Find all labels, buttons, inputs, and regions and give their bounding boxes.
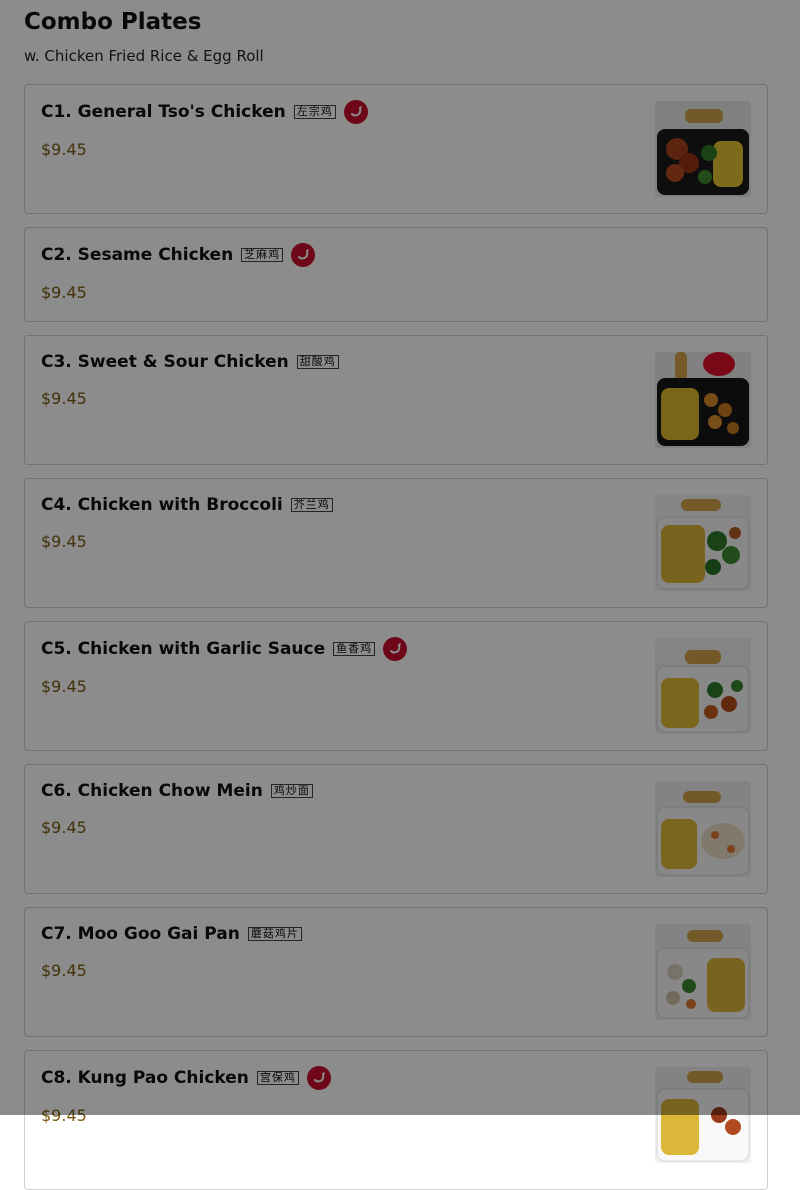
- menu-item-chinese-name: 甜酸鸡: [296, 355, 339, 369]
- menu-item-chinese-name: 芝麻鸡: [241, 248, 284, 262]
- menu-item-name-row: C7. Moo Goo Gai Pan 蘑菇鸡片: [41, 923, 751, 945]
- menu-item-card[interactable]: C6. Chicken Chow Mein 鸡炒面 $9.45: [24, 764, 768, 894]
- menu-item-card[interactable]: C7. Moo Goo Gai Pan 蘑菇鸡片 $9.45: [24, 907, 768, 1037]
- menu-item-name-row: C6. Chicken Chow Mein 鸡炒面: [41, 780, 751, 802]
- menu-item-card[interactable]: C4. Chicken with Broccoli 芥兰鸡 $9.45: [24, 478, 768, 608]
- menu-item-name-row: C1. General Tso's Chicken 左宗鸡: [41, 100, 751, 124]
- menu-item-chinese-name: 鸡炒面: [270, 784, 313, 798]
- menu-item-price: $9.45: [41, 677, 87, 696]
- menu-item-name-row: C5. Chicken with Garlic Sauce 鱼香鸡: [41, 637, 751, 661]
- chili-pepper-icon: [306, 1066, 331, 1090]
- food-photo[interactable]: [655, 101, 751, 197]
- menu-item-name: C1. General Tso's Chicken: [41, 102, 286, 122]
- food-photo[interactable]: [655, 1067, 751, 1163]
- menu-item-name-row: C3. Sweet & Sour Chicken 甜酸鸡: [41, 351, 751, 373]
- menu-item-price: $9.45: [41, 532, 87, 551]
- food-photo[interactable]: [655, 638, 751, 734]
- menu-item-name-row: C8. Kung Pao Chicken 宫保鸡: [41, 1066, 751, 1090]
- food-photo[interactable]: [655, 495, 751, 591]
- menu-item-card[interactable]: C2. Sesame Chicken 芝麻鸡 $9.45: [24, 227, 768, 322]
- menu-item-card[interactable]: C8. Kung Pao Chicken 宫保鸡 $9.45: [24, 1050, 768, 1190]
- menu-item-name: C7. Moo Goo Gai Pan: [41, 924, 240, 944]
- menu-item-name: C8. Kung Pao Chicken: [41, 1068, 249, 1088]
- menu-item-chinese-name: 宫保鸡: [256, 1071, 299, 1085]
- chili-pepper-icon: [343, 100, 368, 124]
- menu-item-name-row: C2. Sesame Chicken 芝麻鸡: [41, 243, 751, 267]
- menu-item-list: C1. General Tso's Chicken 左宗鸡 $9.45 C2. …: [24, 84, 768, 1190]
- section-subtitle: w. Chicken Fried Rice & Egg Roll: [24, 47, 264, 65]
- menu-item-name-row: C4. Chicken with Broccoli 芥兰鸡: [41, 494, 751, 516]
- food-photo[interactable]: [655, 352, 751, 448]
- menu-item-price: $9.45: [41, 140, 87, 159]
- chili-pepper-icon: [291, 243, 316, 267]
- menu-page: Combo Plates w. Chicken Fried Rice & Egg…: [0, 0, 800, 1190]
- menu-item-name: C5. Chicken with Garlic Sauce: [41, 639, 326, 659]
- food-photo[interactable]: [655, 924, 751, 1020]
- menu-item-card[interactable]: C5. Chicken with Garlic Sauce 鱼香鸡 $9.45: [24, 621, 768, 751]
- menu-item-card[interactable]: C1. General Tso's Chicken 左宗鸡 $9.45: [24, 84, 768, 214]
- menu-item-name: C3. Sweet & Sour Chicken: [41, 352, 289, 372]
- menu-item-chinese-name: 蘑菇鸡片: [247, 927, 302, 941]
- menu-item-price: $9.45: [41, 1106, 87, 1125]
- menu-item-chinese-name: 芥兰鸡: [290, 498, 333, 512]
- menu-item-card[interactable]: C3. Sweet & Sour Chicken 甜酸鸡 $9.45: [24, 335, 768, 465]
- section-title: Combo Plates: [24, 9, 202, 35]
- menu-item-price: $9.45: [41, 283, 87, 302]
- food-photo[interactable]: [655, 781, 751, 877]
- menu-item-name: C2. Sesame Chicken: [41, 245, 234, 265]
- chili-pepper-icon: [383, 637, 408, 661]
- menu-item-chinese-name: 鱼香鸡: [333, 642, 376, 656]
- menu-item-chinese-name: 左宗鸡: [293, 105, 336, 119]
- menu-item-price: $9.45: [41, 818, 87, 837]
- menu-item-price: $9.45: [41, 961, 87, 980]
- menu-item-price: $9.45: [41, 389, 87, 408]
- menu-item-name: C6. Chicken Chow Mein: [41, 781, 263, 801]
- menu-item-name: C4. Chicken with Broccoli: [41, 495, 283, 515]
